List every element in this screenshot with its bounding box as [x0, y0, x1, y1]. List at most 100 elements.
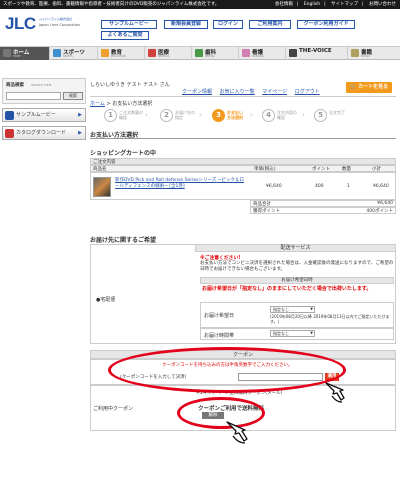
step-number: 3 [212, 109, 225, 122]
step-label: 確認 [119, 115, 127, 120]
nav-the-voice[interactable]: THE-VOICE [286, 47, 348, 60]
delivery-date-header: お届け希望日時 [200, 277, 394, 284]
current-coupon-label: ご利用中クーポン [93, 406, 134, 412]
time-label: お届け時間帯 [204, 333, 235, 339]
sample-movie-link[interactable]: サンプルムービー ▶ [2, 108, 86, 122]
user-greeting: しらいしゆうき テスト テスト さん [90, 82, 170, 88]
top-link-contact[interactable]: お問い合わせ [369, 2, 396, 7]
faq-button[interactable]: よくあるご質問 [101, 31, 149, 40]
top-link-sitemap[interactable]: サイトマップ [331, 2, 358, 7]
delivery-service-header: 配送サービス [195, 244, 396, 252]
nav-en-label: SPORTS [63, 55, 73, 58]
top-links: 会社情報 | English | サイトマップ | お問い合わせ [274, 2, 396, 7]
table-row: 新作DVD Pick and Roll defense Seriesシリーズ ~… [90, 172, 396, 200]
step-number: 1 [104, 109, 117, 122]
home-icon [3, 49, 11, 57]
nav-en-label: BOOKS [361, 55, 370, 58]
arrow-right-icon: ▶ [78, 112, 82, 118]
date-warning: お届け希望日が「指定なし」のままにしていただく場合で出荷いたします。 [202, 286, 372, 292]
step-arrow-icon: › [199, 111, 202, 119]
education-icon [101, 49, 109, 57]
step-label: 方法選択 [227, 115, 243, 120]
nav-nursing[interactable]: 看護 NURSING [239, 47, 286, 60]
step-label: 確認 [277, 115, 285, 120]
search-box: 商品検索 SEARCH ITEM 検索 [2, 78, 86, 104]
sports-icon [53, 49, 61, 57]
guide-button[interactable]: ご利用案内 [249, 20, 291, 29]
delivery-method: ●宅配便 [96, 297, 116, 303]
breadcrumb: ホーム > お支払い方法選択 [90, 101, 153, 107]
date-label: お届け希望日 [204, 313, 235, 319]
top-bar: スポーツや教育、医療、歯科、書籍情報や指導者・技術者向けのDVD販売のジャパンラ… [0, 0, 400, 9]
books-icon [351, 49, 359, 57]
product-price: ¥6,640 [266, 184, 282, 189]
points-row: 獲得ポイント 400ポイント [250, 207, 396, 214]
nav-home[interactable]: ホーム HOME [0, 47, 50, 60]
sample-movie-button[interactable]: サンプルムービー [101, 20, 157, 29]
cart-title: ショッピングカートの中 [90, 150, 157, 157]
search-title: 商品検索 [6, 83, 24, 88]
logout-link[interactable]: ログアウト [295, 89, 320, 95]
points-label: 獲得ポイント [253, 209, 280, 214]
order-header: ご注文内容 [90, 158, 396, 165]
step-label: 指定 [175, 115, 183, 120]
arrow-right-icon: ▶ [78, 130, 82, 136]
nav-en-label: DENTAL [205, 55, 215, 58]
product-points: 400 [315, 184, 324, 189]
nav-en-label: HOME [13, 55, 21, 58]
coupon-guide-button[interactable]: クーポン利用ガイド [297, 20, 355, 29]
login-button[interactable]: ログイン [213, 20, 243, 29]
medical-icon [148, 49, 156, 57]
sample-movie-label: サンプルムービー [16, 112, 56, 118]
step-arrow-icon: › [302, 111, 305, 119]
top-link-english[interactable]: English [304, 2, 320, 7]
step-arrow-icon: › [250, 111, 253, 119]
nav-education[interactable]: 教育 EDUCATION [98, 47, 145, 60]
logo-text: JLC [5, 14, 36, 33]
view-cart-label: カートを見る [357, 84, 388, 90]
coupon-info-link[interactable]: クーポン情報 [182, 89, 212, 95]
search-button[interactable]: 検索 [63, 92, 83, 100]
delivery-time-select[interactable]: 指定なし [270, 330, 315, 337]
notice-text: お支払い方法でコンビニ決済を選択された場合は、入金確認後の発送になりますので、ご… [200, 261, 394, 272]
total-value: ¥6,640 [377, 201, 393, 206]
catalog-icon [5, 129, 14, 138]
cart-icon: 🛒 [350, 84, 357, 90]
product-qty: 1 [347, 184, 350, 189]
top-link-company[interactable]: 会社情報 [275, 2, 293, 7]
site-logo[interactable]: JLC ジャパンライム株式会社 Japan Lime Corporation [5, 14, 80, 36]
breadcrumb-home[interactable]: ホーム [90, 101, 105, 107]
nav-en-label: MEDICAL [158, 55, 170, 58]
step-arrow-icon: › [145, 111, 148, 119]
date-note: (2019年08月20日以降 2019年08月13日以内でご指定いただけます。) [270, 314, 390, 324]
user-links: クーポン情報 お気に入り一覧 マイページ ログアウト [182, 88, 326, 95]
catalog-download-link[interactable]: カタログダウンロード ▶ [2, 126, 86, 140]
nav-en-label: EDUCATION [111, 55, 126, 58]
logo-subtitle-en: Japan Lime Corporation [39, 23, 81, 27]
delivery-method-label: 宅配便 [100, 297, 116, 303]
step-label: 注文完了 [329, 110, 345, 115]
nav-medical[interactable]: 医療 MEDICAL [145, 47, 192, 60]
hand-pointer-icon [226, 421, 248, 444]
delivery-title: お届け先に関するご希望 [90, 237, 157, 244]
movie-icon [5, 111, 14, 120]
total-row: 商品合計 ¥6,640 [250, 200, 396, 207]
register-button[interactable]: 新規会員登録 [164, 20, 208, 29]
mypage-link[interactable]: マイページ [262, 89, 287, 95]
voice-icon [289, 49, 297, 57]
breadcrumb-current: お支払い方法選択 [112, 101, 153, 107]
nav-dental[interactable]: 歯科 DENTAL [192, 47, 239, 60]
step-number: 2 [160, 109, 173, 122]
search-input[interactable] [6, 92, 61, 100]
delivery-date-select[interactable]: 指定なし [270, 306, 315, 313]
favorites-link[interactable]: お気に入り一覧 [220, 89, 255, 95]
view-cart-button[interactable]: 🛒 カートを見る [346, 82, 392, 93]
points-value: 400ポイント [366, 209, 393, 214]
catalog-label: カタログダウンロード [16, 130, 67, 136]
product-name-link[interactable]: 新作DVD Pick and Roll defense Seriesシリーズ ~… [115, 178, 245, 190]
notice-title: ※ご注意ください! [200, 256, 241, 261]
highlight-ellipse [108, 347, 346, 393]
nav-sports[interactable]: スポーツ SPORTS [50, 47, 98, 60]
product-thumbnail[interactable] [93, 177, 111, 197]
nav-books[interactable]: 書籍 BOOKS [348, 47, 400, 60]
